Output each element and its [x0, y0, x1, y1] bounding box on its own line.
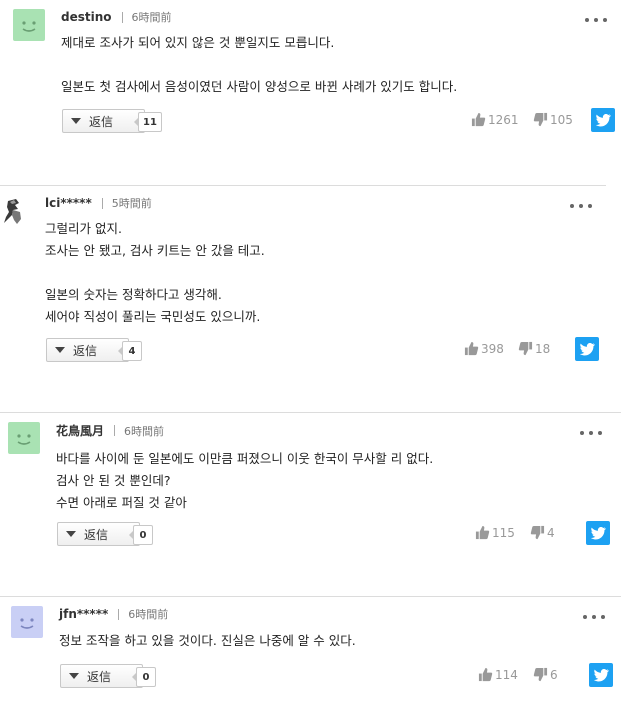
twitter-share-button[interactable]: [575, 337, 599, 361]
divider: [0, 596, 621, 597]
dislike-count: 4: [547, 525, 555, 540]
more-options-icon[interactable]: [580, 427, 602, 439]
smiley-avatar-icon: [22, 21, 36, 32]
chevron-down-icon: [55, 347, 65, 353]
author-name[interactable]: destino: [61, 10, 112, 24]
reply-count: 4: [118, 341, 142, 361]
divider: [0, 412, 621, 413]
thumbs-up-icon: [475, 525, 490, 540]
like-button[interactable]: 115: [475, 525, 515, 540]
dislike-button[interactable]: 6: [533, 667, 558, 682]
smiley-avatar-icon: [20, 618, 34, 629]
reply-button[interactable]: 返信: [62, 109, 145, 133]
comment-text: 정보 조작을 하고 있을 것이다. 진실은 나중에 알 수 있다.: [59, 630, 356, 652]
twitter-share-button[interactable]: [589, 663, 613, 687]
comment-line: 수면 아래로 퍼질 것 같아: [56, 495, 187, 510]
chevron-down-icon: [66, 531, 76, 537]
like-count: 398: [481, 341, 504, 356]
comment-line: 세어야 직성이 풀리는 국민성도 있으니까.: [45, 309, 261, 324]
comment-text: 제대로 조사가 되어 있지 않은 것 뿐일지도 모릅니다. 일본도 첫 검사에서…: [61, 32, 457, 98]
dislike-count: 18: [535, 341, 551, 356]
reply-button[interactable]: 返信: [60, 664, 143, 688]
comment-line: 제대로 조사가 되어 있지 않은 것 뿐일지도 모릅니다.: [61, 35, 335, 50]
divider: [0, 185, 606, 186]
divider: [118, 608, 120, 620]
thumbs-up-icon: [464, 341, 479, 356]
comment-meta: jfn***** 6時間前: [59, 606, 168, 622]
thumbs-up-icon: [471, 112, 486, 127]
author-name[interactable]: 花鳥風月: [56, 422, 104, 439]
like-count: 114: [495, 667, 518, 682]
reply-button[interactable]: 返信: [57, 522, 140, 546]
dislike-button[interactable]: 4: [530, 525, 555, 540]
avatar[interactable]: [13, 9, 45, 41]
reply-count: 11: [134, 112, 162, 132]
dislike-count: 6: [550, 667, 558, 682]
chevron-down-icon: [69, 673, 79, 679]
thumbs-down-icon: [530, 525, 545, 540]
comment-line: 그럴리가 없지.: [45, 221, 122, 236]
dislike-button[interactable]: 105: [533, 112, 573, 127]
comment-line: 조사는 안 됐고, 검사 키트는 안 갔을 테고.: [45, 243, 265, 258]
author-name[interactable]: jfn*****: [59, 607, 108, 621]
comment-text: 그럴리가 없지. 조사는 안 됐고, 검사 키트는 안 갔을 테고. 일본의 숫…: [45, 218, 265, 328]
comment-line: 검사 안 된 것 뿐인데?: [56, 473, 171, 488]
twitter-icon: [595, 114, 611, 127]
timestamp: 6時間前: [124, 424, 165, 438]
reply-label: 返信: [89, 114, 114, 129]
comment-meta: 花鳥風月 6時間前: [56, 422, 164, 439]
like-button[interactable]: 398: [464, 341, 504, 356]
divider: [121, 11, 123, 23]
avatar[interactable]: [8, 422, 40, 454]
divider: [114, 425, 116, 436]
avatar[interactable]: [11, 606, 43, 638]
like-count: 1261: [488, 112, 519, 127]
author-name[interactable]: lci*****: [45, 196, 92, 210]
comment-line: 정보 조작을 하고 있을 것이다. 진실은 나중에 알 수 있다.: [59, 633, 356, 648]
thumbs-up-icon: [478, 667, 493, 682]
more-options-icon[interactable]: [585, 14, 607, 26]
smiley-avatar-icon: [17, 434, 31, 445]
avatar[interactable]: [0, 195, 32, 227]
comment-line: 바다를 사이에 둔 일본에도 이만큼 퍼졌으니 이웃 한국이 무사할 리 없다.: [56, 451, 434, 466]
reply-label: 返信: [87, 669, 112, 684]
comment-line: 일본도 첫 검사에서 음성이였던 사람이 양성으로 바뀐 사례가 있기도 합니다…: [61, 79, 458, 94]
reply-count: 0: [132, 667, 156, 687]
comment-meta: destino 6時間前: [61, 9, 172, 25]
timestamp: 6時間前: [131, 11, 172, 24]
twitter-share-button[interactable]: [591, 108, 615, 132]
comment-meta: lci***** 5時間前: [45, 195, 152, 211]
timestamp: 5時間前: [111, 197, 152, 210]
thumbs-down-icon: [518, 341, 533, 356]
like-button[interactable]: 114: [478, 667, 518, 682]
twitter-icon: [590, 527, 606, 540]
dislike-button[interactable]: 18: [518, 341, 550, 356]
twitter-icon: [579, 343, 595, 356]
like-button[interactable]: 1261: [471, 112, 519, 127]
thumbs-down-icon: [533, 112, 548, 127]
comment-line: 일본의 숫자는 정확하다고 생각해.: [45, 287, 222, 302]
reply-button[interactable]: 返信: [46, 338, 129, 362]
like-count: 115: [492, 525, 515, 540]
twitter-share-button[interactable]: [586, 521, 610, 545]
comment-text: 바다를 사이에 둔 일본에도 이만큼 퍼졌으니 이웃 한국이 무사할 리 없다.…: [56, 448, 433, 514]
character-avatar-icon: [4, 199, 21, 224]
more-options-icon[interactable]: [583, 611, 605, 623]
thumbs-down-icon: [533, 667, 548, 682]
dislike-count: 105: [550, 112, 573, 127]
chevron-down-icon: [71, 118, 81, 124]
reply-count: 0: [129, 525, 153, 545]
reply-label: 返信: [73, 343, 98, 358]
timestamp: 6時間前: [128, 608, 169, 621]
more-options-icon[interactable]: [570, 200, 592, 212]
divider: [101, 197, 103, 209]
reply-label: 返信: [84, 527, 109, 542]
twitter-icon: [593, 669, 609, 682]
